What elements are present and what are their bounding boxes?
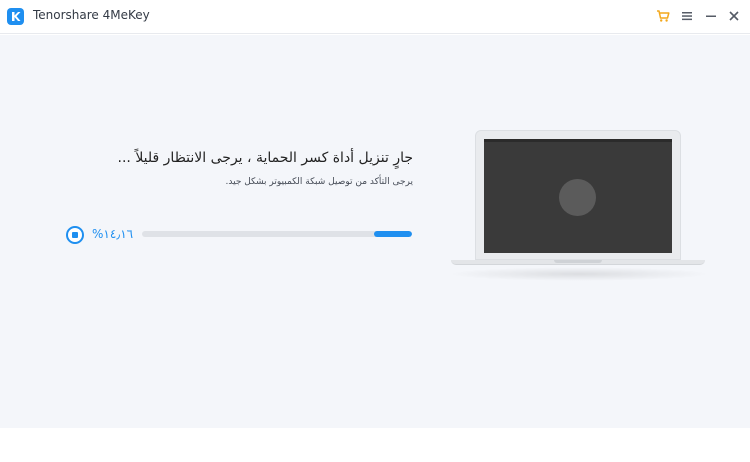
laptop-lid: [475, 130, 681, 260]
progress-percentage: %١٤٫١٦: [92, 227, 134, 241]
progress-bar: [142, 231, 412, 237]
stop-icon: [72, 232, 78, 238]
laptop-shadow: [448, 267, 710, 281]
footer: [0, 428, 750, 462]
screen-circle-icon: [559, 179, 596, 216]
close-icon[interactable]: [727, 9, 741, 23]
status-title: جارٍ تنزيل أداة كسر الحماية ، يرجى الانت…: [117, 150, 413, 166]
title-bar: Tenorshare 4MeKey: [0, 0, 750, 34]
menu-icon[interactable]: [680, 9, 694, 23]
app-logo-icon: [7, 8, 24, 25]
stop-button[interactable]: [66, 226, 84, 244]
app-title: Tenorshare 4MeKey: [33, 8, 150, 22]
minimize-icon[interactable]: [704, 9, 718, 23]
laptop-notch: [554, 260, 602, 263]
laptop-screen: [484, 139, 672, 253]
laptop-illustration: [448, 130, 710, 281]
progress-bar-fill: [374, 231, 412, 237]
status-subtitle: يرجى التأكد من توصيل شبكة الكمبيوتر بشكل…: [225, 177, 413, 187]
cart-icon[interactable]: [656, 9, 670, 23]
